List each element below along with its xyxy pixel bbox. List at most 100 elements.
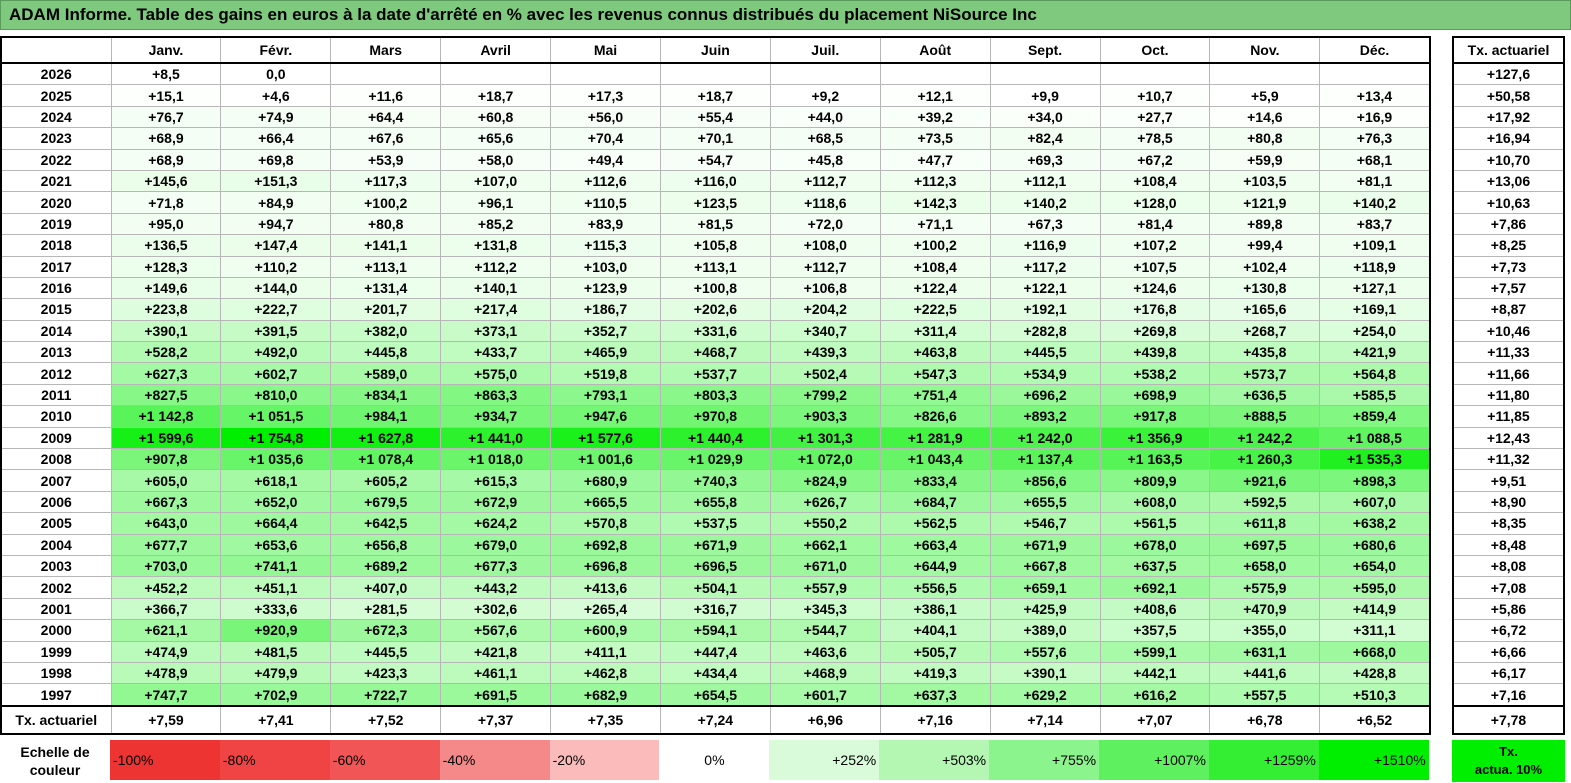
actuarial-footer-row: Tx. actuariel +7,59 +7,41 +7,52 +7,37 +7,35 +7…: [0, 704, 1431, 735]
gain-cell: +557,6: [989, 640, 1101, 663]
gain-cell: +82,4: [989, 127, 1101, 150]
actuarial-legend-cell: Tx. actua. 10%: [1452, 740, 1565, 782]
gain-cell: +528,2: [110, 341, 222, 364]
gain-cell: +621,1: [110, 619, 222, 642]
gain-cell: +103,5: [1209, 169, 1321, 193]
gain-cell: +1 281,9: [879, 426, 991, 450]
actuarial-rate-cell: +12,43: [1452, 426, 1565, 450]
gain-cell: +352,7: [550, 319, 661, 343]
gain-cell: +1 627,8: [330, 426, 442, 450]
gain-cell: +654,0: [1319, 554, 1431, 578]
month-header: Sept.: [989, 36, 1101, 64]
gain-cell: +176,8: [1099, 298, 1211, 321]
gain-cell: +131,8: [440, 234, 552, 257]
gain-cell: +5,9: [1209, 84, 1321, 107]
gain-cell: +34,0: [989, 105, 1101, 129]
gain-cell: +601,7: [769, 683, 881, 707]
gain-cell: +4,6: [220, 84, 332, 107]
gain-cell: [769, 62, 881, 86]
gain-cell: +357,5: [1099, 619, 1211, 642]
year-row: 2001 +366,7 +333,6 +281,5 +302,6 +265,4 +316,7…: [0, 597, 1431, 621]
gain-cell: +934,7: [440, 405, 552, 428]
month-header: Oct.: [1099, 36, 1211, 64]
gain-cell: +81,1: [1319, 169, 1431, 193]
actuarial-rate-cell: +8,48: [1452, 533, 1565, 556]
gain-cell: +570,8: [550, 512, 661, 535]
gain-cell: +54,7: [659, 148, 771, 171]
actuarial-rate-cell: +6,17: [1452, 661, 1565, 685]
gain-cell: +118,6: [769, 191, 881, 214]
gain-cell: +142,3: [879, 191, 991, 214]
gain-cell: +970,8: [659, 405, 771, 428]
gain-cell: [659, 62, 771, 86]
year-label: 2001: [0, 597, 112, 621]
gain-cell: +100,2: [879, 234, 991, 257]
gain-cell: +117,2: [989, 255, 1101, 278]
gain-cell: +107,0: [440, 169, 552, 193]
gain-cell: +550,2: [769, 512, 881, 535]
gain-cell: +810,0: [220, 383, 332, 407]
actuarial-rate-cell: +6,72: [1452, 619, 1565, 642]
gain-cell: +684,7: [879, 490, 991, 514]
gain-cell: +747,7: [110, 683, 222, 707]
gain-cell: +140,2: [989, 191, 1101, 214]
actuarial-rate-cell: +10,63: [1452, 191, 1565, 214]
year-row: 2017 +128,3 +110,2 +113,1 +112,2 +103,0 +113,1…: [0, 255, 1431, 278]
gain-cell: +561,5: [1099, 512, 1211, 535]
gain-cell: +1 535,3: [1319, 448, 1431, 471]
gain-cell: +1 035,6: [220, 448, 332, 471]
gain-cell: +834,1: [330, 383, 442, 407]
gain-cell: +115,3: [550, 234, 661, 257]
gain-cell: +510,3: [1319, 683, 1431, 707]
gain-cell: +128,3: [110, 255, 222, 278]
gain-cell: +67,6: [330, 127, 442, 150]
gain-cell: +144,0: [220, 276, 332, 300]
gain-cell: +58,0: [440, 148, 552, 171]
year-row: 2016 +149,6 +144,0 +131,4 +140,1 +123,9 +100,8…: [0, 276, 1431, 300]
gain-cell: +59,9: [1209, 148, 1321, 171]
gain-cell: +331,6: [659, 319, 771, 343]
gain-cell: +311,1: [1319, 619, 1431, 642]
gain-cell: +85,2: [440, 212, 552, 236]
gain-cell: +201,7: [330, 298, 442, 321]
gain-cell: +468,9: [769, 661, 881, 685]
color-scale-cell: +252%: [769, 740, 880, 780]
gain-cell: +618,1: [220, 469, 332, 492]
gain-cell: +99,4: [1209, 234, 1321, 257]
gain-cell: +108,4: [1099, 169, 1211, 193]
actuarial-rate-cell: +13,06: [1452, 169, 1565, 193]
gain-cell: +56,0: [550, 105, 661, 129]
gain-cell: +478,9: [110, 661, 222, 685]
gain-cell: +667,8: [989, 554, 1101, 578]
gain-cell: +575,9: [1209, 576, 1321, 599]
gain-cell: +465,9: [550, 341, 661, 364]
gain-cell: +463,8: [879, 341, 991, 364]
gain-cell: +679,5: [330, 490, 442, 514]
actuarial-rate-cell: +127,6: [1452, 62, 1565, 86]
gain-cell: +112,7: [769, 255, 881, 278]
year-row: 2015 +223,8 +222,7 +201,7 +217,4 +186,7 +202,6…: [0, 298, 1431, 321]
gain-cell: +662,1: [769, 533, 881, 556]
gain-cell: +95,0: [110, 212, 222, 236]
gain-cell: +557,5: [1209, 683, 1321, 707]
actuarial-rate-table: Tx. actuariel +127,6 +50,58 +17,92 +16,94 +1…: [1452, 36, 1565, 735]
gain-cell: +81,4: [1099, 212, 1211, 236]
gain-cell: [440, 62, 552, 86]
gain-cell: +567,6: [440, 619, 552, 642]
gain-cell: +1 142,8: [110, 405, 222, 428]
gain-cell: +599,1: [1099, 640, 1211, 663]
gain-cell: +423,3: [330, 661, 442, 685]
gain-cell: +826,6: [879, 405, 991, 428]
year-label: 2012: [0, 362, 112, 385]
gain-cell: +404,1: [879, 619, 991, 642]
gain-cell: +67,3: [989, 212, 1101, 236]
gain-cell: +141,1: [330, 234, 442, 257]
gain-cell: +127,1: [1319, 276, 1431, 300]
gain-cell: +15,1: [110, 84, 222, 107]
gain-cell: +80,8: [330, 212, 442, 236]
gain-cell: +281,5: [330, 597, 442, 621]
gain-cell: +121,9: [1209, 191, 1321, 214]
gain-cell: +602,7: [220, 362, 332, 385]
month-header: Déc.: [1319, 36, 1431, 64]
gain-cell: +112,2: [440, 255, 552, 278]
